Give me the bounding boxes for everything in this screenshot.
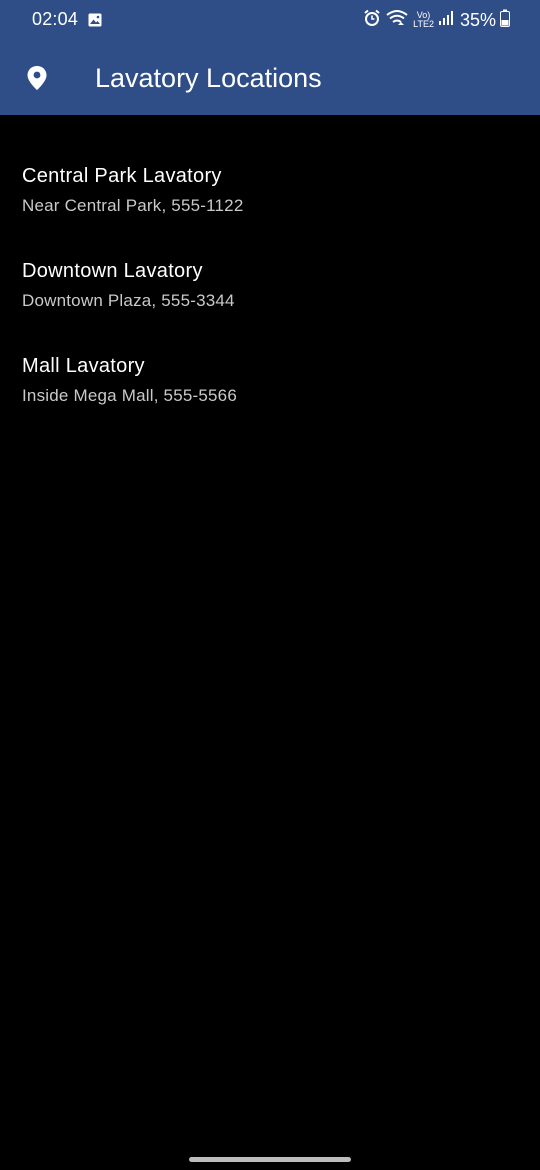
list-item[interactable]: Central Park Lavatory Near Central Park,… [0,163,540,258]
location-details: Downtown Plaza, 555-3344 [22,291,235,310]
gallery-icon [88,13,102,27]
location-name: Mall Lavatory [22,355,145,377]
battery-percent: 35% [459,9,496,30]
wifi-icon [385,9,409,32]
location-pin-icon [25,65,49,91]
network-type-label: Vo) LTE2 [413,11,434,29]
location-name: Downtown Lavatory [22,260,203,282]
page-title: Lavatory Locations [95,63,322,93]
app-bar: Lavatory Locations [0,40,540,115]
status-time: 02:04 [32,9,79,29]
list-item[interactable]: Downtown Lavatory Downtown Plaza, 555-33… [0,258,540,353]
status-icons: Vo) LTE2 35% [363,8,510,32]
location-name: Central Park Lavatory [22,165,222,187]
network-label-bottom: LTE2 [413,19,434,29]
location-list: Central Park Lavatory Near Central Park,… [0,163,540,448]
status-bar: 02:04 Vo) LTE2 35% [0,0,540,40]
signal-icon [438,10,454,31]
app-screen: 02:04 Vo) LTE2 35% Lavatory Locations Ce… [0,0,540,1170]
gesture-nav-handle[interactable] [189,1157,351,1162]
battery-icon [500,9,510,32]
list-item[interactable]: Mall Lavatory Inside Mega Mall, 555-5566 [0,353,540,448]
location-details: Near Central Park, 555-1122 [22,196,244,215]
alarm-icon [363,9,381,32]
location-details: Inside Mega Mall, 555-5566 [22,386,237,405]
